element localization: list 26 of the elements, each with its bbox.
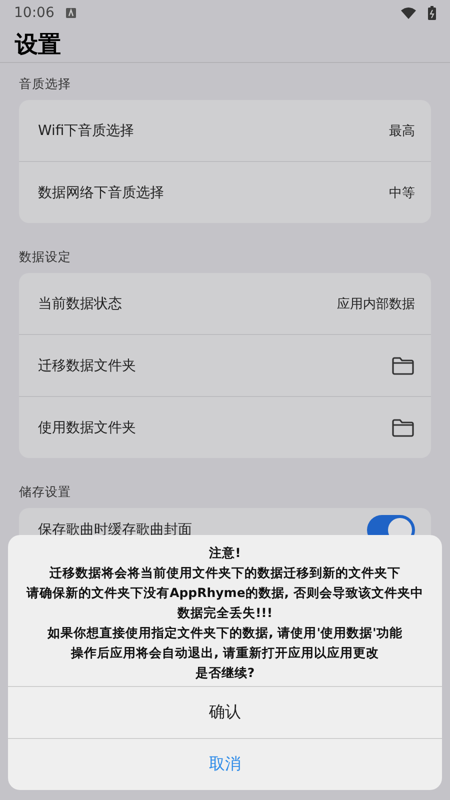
setting-value: 最高 [389, 122, 415, 140]
setting-label[interactable]: 迁移数据文件夹 [38, 356, 136, 374]
wifi-icon [401, 7, 416, 19]
section-header: 数据设定 [18, 248, 72, 266]
setting-value: 应用内部数据 [337, 296, 415, 312]
folder-icon [391, 418, 415, 438]
battery-icon [428, 6, 436, 20]
dialog-message-line: 操作后应用将会自动退出, 请重新打开应用以应用更改 [70, 644, 380, 662]
dialog-message-line: 是否继续? [195, 664, 255, 682]
dialog-message-line: 迁移数据将会将当前使用文件夹下的数据迁移到新的文件夹下 [50, 564, 400, 582]
confirm-button[interactable]: 确认 [8, 686, 442, 738]
section-header: 音质选择 [18, 75, 72, 93]
section-header: 储存设置 [18, 483, 72, 501]
setting-value: 中等 [389, 184, 415, 202]
dialog-message-line: 如果你想直接使用指定文件夹下的数据, 请使用'使用数据'功能 [48, 624, 402, 642]
dialog-message-line: 注意! [209, 544, 241, 562]
status-time: 10:06 [14, 5, 54, 21]
folder-icon [391, 356, 415, 376]
dialog-message-line: 请确保新的文件夹下没有AppRhyme的数据, 否则会导致该文件夹中数据完全丢失!!! [26, 584, 424, 622]
setting-label[interactable]: 当前数据状态 [38, 294, 122, 312]
setting-label[interactable]: Wifi下音质选择 [38, 122, 134, 140]
setting-label[interactable]: 保存歌曲时缓存歌曲封面 [38, 521, 192, 539]
setting-label[interactable]: 数据网络下音质选择 [38, 184, 164, 202]
setting-label[interactable]: 使用数据文件夹 [38, 418, 136, 436]
page-title: 设置 [15, 30, 61, 60]
notification-icon [66, 8, 76, 18]
